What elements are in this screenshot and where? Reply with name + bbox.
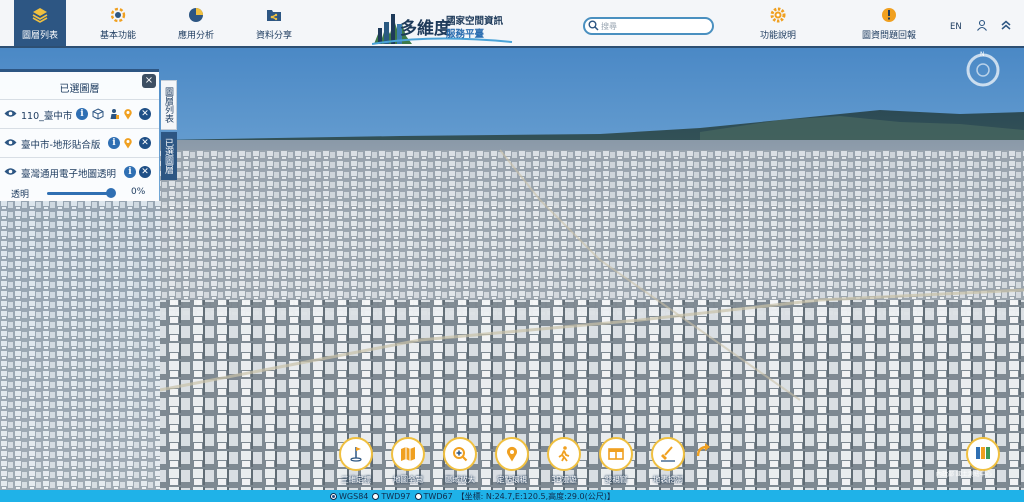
radio-label: TWD67 <box>423 491 453 501</box>
basemap-switch-button[interactable] <box>966 437 1000 471</box>
logo-subtitle: 國家空間資訊 <box>446 16 504 27</box>
pie-chart-icon <box>186 5 206 25</box>
coordinate-system-selector: WGS84 TWD97 TWD67 【坐標: N:24.7,E:120.5,高度… <box>330 490 615 502</box>
tools-icon <box>108 5 128 25</box>
eye-icon[interactable] <box>4 138 17 150</box>
nav-data-share[interactable]: 資料分享 <box>248 0 300 46</box>
zoom-in-icon <box>443 437 477 471</box>
opacity-label: 透明 <box>11 190 30 200</box>
search-input[interactable] <box>601 20 709 33</box>
tool-label: 雙視窗 <box>604 475 628 484</box>
layer-row: 臺灣通用電子地圖透明 i ✕ <box>0 158 159 187</box>
panel-header: 已選圖層 × <box>0 72 159 100</box>
walk-icon <box>547 437 581 471</box>
radio-label: WGS84 <box>339 491 369 501</box>
opacity-control: 透明 0% <box>0 185 159 203</box>
compass-north-label: N <box>980 51 985 58</box>
nav-label: 圖資問題回報 <box>861 31 916 41</box>
user-icon[interactable] <box>976 19 988 34</box>
layer-name: 臺灣通用電子地圖透明 <box>21 169 117 180</box>
tab-layer-list[interactable]: 圖層列表 <box>161 80 177 130</box>
top-navigation-bar: 圖層列表 基本功能 應用分析 資料分享 多維度 國家空間資訊 服務平臺 搜尋 功… <box>0 0 1024 48</box>
compass-widget[interactable]: N <box>965 51 1001 88</box>
nav-layer-list[interactable]: 圖層列表 <box>14 0 66 46</box>
radio-twd67[interactable] <box>414 492 422 500</box>
map-overview-icon <box>391 437 425 471</box>
nav-label: 基本功能 <box>99 31 136 41</box>
person-style-icon[interactable] <box>108 108 120 120</box>
opacity-slider-handle[interactable] <box>106 188 116 198</box>
3d-box-icon[interactable] <box>92 108 104 120</box>
language-toggle[interactable]: EN <box>950 22 962 32</box>
layer-name: 臺中市-地形貼合版 <box>21 140 101 151</box>
remove-layer-icon[interactable]: ✕ <box>139 166 151 178</box>
gear-icon <box>768 5 788 25</box>
basemap-icon <box>974 444 992 465</box>
collapse-chevron-up-icon[interactable] <box>1000 19 1012 34</box>
remove-layer-icon[interactable]: ✕ <box>139 108 151 120</box>
info-icon[interactable]: i <box>76 108 88 120</box>
opacity-value: 0% <box>131 187 146 197</box>
search-icon[interactable] <box>588 20 599 34</box>
layers-icon <box>30 5 50 25</box>
pin-marker-icon <box>339 437 373 471</box>
nav-label: 資料分享 <box>255 31 292 41</box>
nav-application-analysis[interactable]: 應用分析 <box>170 0 222 46</box>
layer-name: 110_臺中市 <box>21 111 73 122</box>
close-icon[interactable]: × <box>142 74 156 88</box>
tool-label: 地圖全覽 <box>393 475 423 484</box>
radio-twd97[interactable] <box>372 492 380 500</box>
info-icon[interactable]: i <box>108 137 120 149</box>
info-icon[interactable]: i <box>124 166 136 178</box>
radio-wgs84[interactable] <box>330 492 337 500</box>
radio-label: TWD97 <box>381 491 411 501</box>
share-folder-icon <box>264 5 284 25</box>
nav-label: 功能說明 <box>759 31 796 41</box>
location-pin-icon[interactable] <box>122 108 134 120</box>
nav-help[interactable]: 功能說明 <box>752 0 804 46</box>
eye-icon[interactable] <box>4 167 17 179</box>
tool-label: 定點環視 <box>497 475 527 484</box>
search-box <box>583 17 714 35</box>
coordinate-readout: 【坐標: N:24.7,E:120.5,高度:29.0(公尺)】 <box>456 491 615 501</box>
split-screen-icon <box>599 437 633 471</box>
nav-report-issue[interactable]: 圖資問題回報 <box>856 0 922 46</box>
platform-logo[interactable]: 多維度 國家空間資訊 服務平臺 <box>372 4 520 46</box>
tool-label: 區域放大 <box>445 475 475 484</box>
logo-subtitle-2: 服務平臺 <box>446 29 485 40</box>
alert-icon <box>879 5 899 25</box>
arrow-turn-icon <box>693 439 715 461</box>
layer-row: 110_臺中市 i ✕ <box>0 100 159 129</box>
dig-icon <box>651 437 685 471</box>
location-pin-icon[interactable] <box>122 137 134 149</box>
tool-label: 三維定標 <box>341 475 371 484</box>
nav-label: 圖層列表 <box>21 31 58 41</box>
eye-icon[interactable] <box>4 109 17 121</box>
remove-layer-icon[interactable]: ✕ <box>139 137 151 149</box>
selected-layers-panel: 已選圖層 × 110_臺中市 i ✕ 臺中市-地形貼合版 i ✕ 臺灣通用電子地… <box>0 69 159 201</box>
logo-title: 多維度 <box>400 19 451 39</box>
status-bar: WGS84 TWD97 TWD67 【坐標: N:24.7,E:120.5,高度… <box>0 490 1024 502</box>
tab-selected-layers[interactable]: 已選圖層 <box>161 132 177 180</box>
nav-label: 應用分析 <box>177 31 214 41</box>
tool-label: 地表挖洞 <box>653 475 683 484</box>
location-pin-icon <box>495 437 529 471</box>
layer-row: 臺中市-地形貼合版 i ✕ <box>0 129 159 158</box>
map-credit: 內政部 國土測繪中心 <box>936 471 992 478</box>
panel-title: 已選圖層 <box>59 84 100 95</box>
opacity-slider[interactable] <box>47 192 111 195</box>
nav-basic-functions[interactable]: 基本功能 <box>92 0 144 46</box>
tool-label: 3D漫遊 <box>551 475 577 484</box>
